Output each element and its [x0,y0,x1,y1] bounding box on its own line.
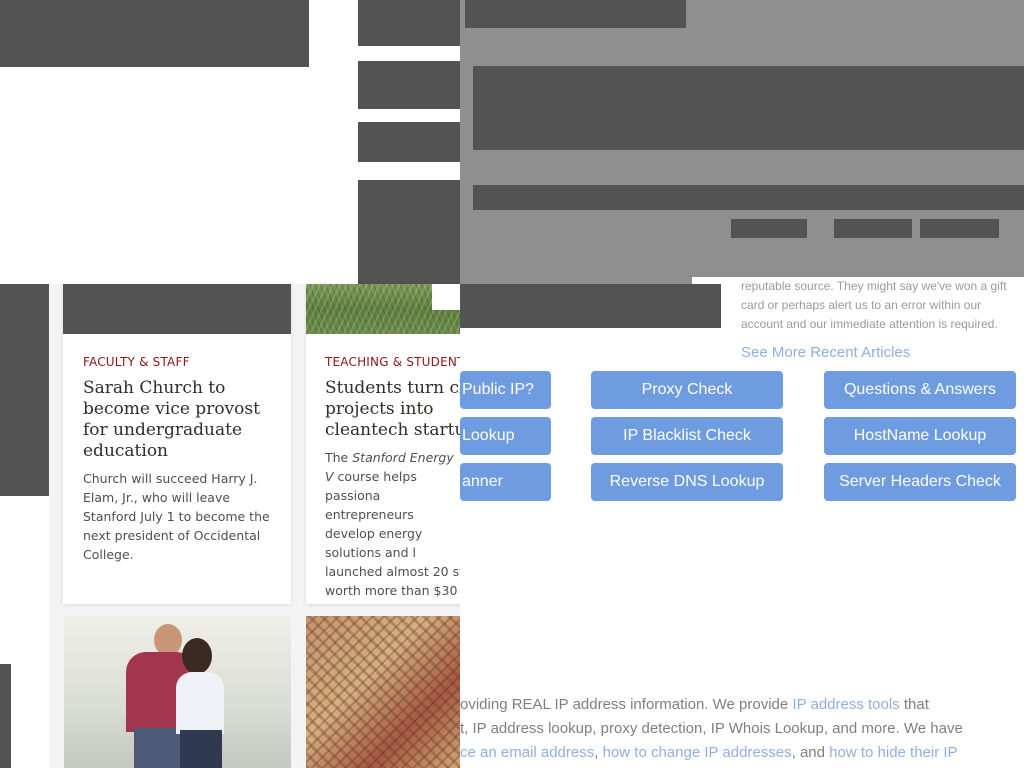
card-category[interactable]: FACULTY & STAFF [83,355,190,369]
redacted-block [358,180,460,284]
tool-button-public-ip[interactable]: Public IP? [460,371,551,409]
card-headline[interactable]: Sarah Church to become vice provost for … [83,378,283,462]
image-corner [432,284,460,310]
card-image-people[interactable] [64,616,291,768]
ip-site-page: reputable source. They might say we've w… [460,0,1024,768]
news-card[interactable]: FACULTY & STAFF Sarah Church to become v… [63,284,291,604]
redacted-block [460,284,721,328]
ip-address-tools-link[interactable]: IP address tools [792,696,899,713]
card-summary: The Stanford Energy V course helps passi… [325,450,460,604]
change-ip-link[interactable]: how to change IP addresses [603,744,792,761]
person-blouse [176,672,224,734]
redacted-block [358,122,460,162]
redacted-button[interactable] [920,219,999,238]
card-summary: Church will succeed Harry J. Elam, Jr., … [83,471,270,562]
redacted-block [473,66,1024,150]
tool-button-questions-answers[interactable]: Questions & Answers [824,371,1016,409]
person-jeans [180,730,222,768]
redacted-block [0,0,309,67]
intro-line-1: oviding REAL IP address information. We … [460,696,929,713]
redacted-block [473,185,1024,210]
tool-button-hostname-lookup[interactable]: HostName Lookup [824,417,1016,455]
tool-button-ip-blacklist-check[interactable]: IP Blacklist Check [591,417,783,455]
intro-line-3: ce an email address, how to change IP ad… [460,744,958,761]
tool-button-scanner[interactable]: anner [460,463,551,501]
tool-button-reverse-dns-lookup[interactable]: Reverse DNS Lookup [591,463,783,501]
intro-line-2: t, IP address lookup, proxy detection, I… [460,720,963,737]
redacted-button[interactable] [731,219,807,238]
modal-overlay [460,0,1024,284]
redacted-block [358,61,460,109]
article-snippet: reputable source. They might say we've w… [741,279,1007,331]
person-jeans [134,728,186,768]
card-headline[interactable]: Students turn cl projects into cleantech… [325,378,460,441]
news-card[interactable]: TEACHING & STUDENTS Students turn cl pro… [306,284,460,604]
person-hair [182,638,212,674]
trace-email-link[interactable]: ce an email address [460,744,594,761]
tool-button-proxy-check[interactable]: Proxy Check [591,371,783,409]
card-image-painting[interactable] [306,616,460,768]
card-category[interactable]: TEACHING & STUDENTS [325,355,460,369]
redacted-block [0,284,49,496]
hide-ip-link[interactable]: how to hide their IP [829,744,957,761]
see-more-articles-link[interactable]: See More Recent Articles [741,344,910,361]
news-page: FACULTY & STAFF Sarah Church to become v… [0,0,460,768]
tool-button-server-headers-check[interactable]: Server Headers Check [824,463,1016,501]
redacted-card-image [63,284,291,334]
redacted-block [465,0,686,28]
redacted-block [358,0,460,46]
tool-button-lookup[interactable]: Lookup [460,417,551,455]
redacted-button[interactable] [834,219,912,238]
redacted-block [0,664,11,768]
